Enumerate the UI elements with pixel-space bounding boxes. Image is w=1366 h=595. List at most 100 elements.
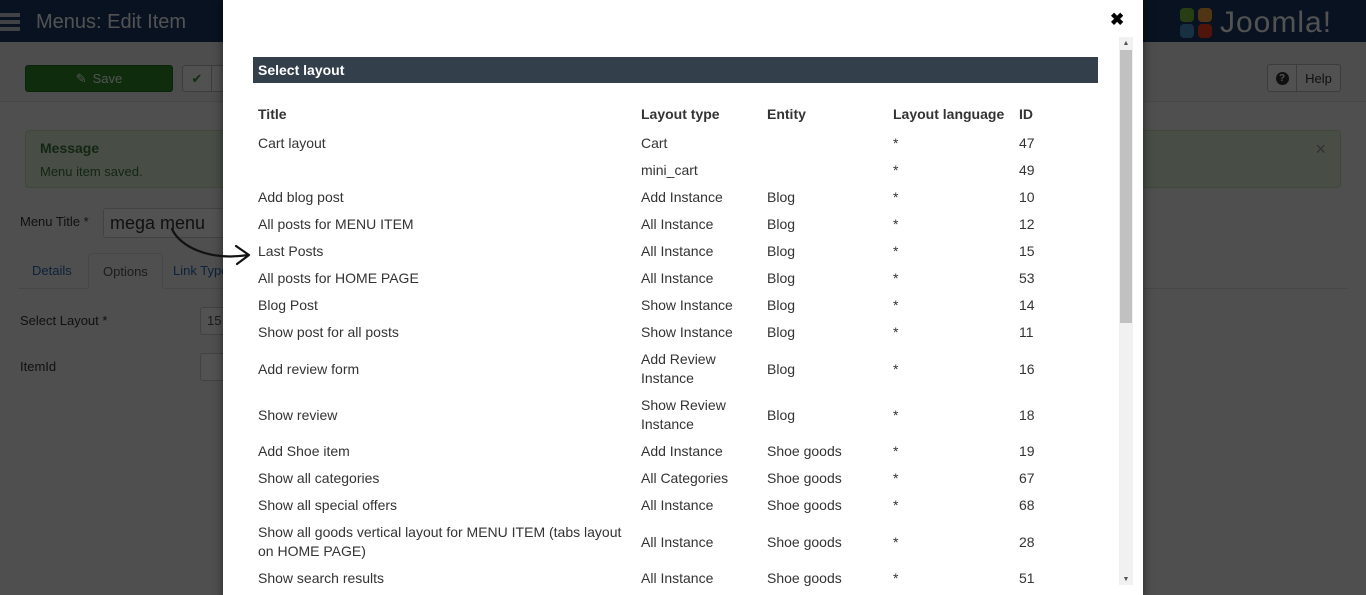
entity-cell: Blog — [767, 297, 796, 313]
layout-id-cell: 18 — [1019, 406, 1035, 423]
layout-language-cell: * — [893, 135, 899, 151]
layout-type-cell: All Instance — [641, 270, 714, 286]
layout-title-link[interactable]: Show post for all posts — [253, 319, 636, 346]
layout-language-cell: * — [893, 470, 899, 486]
layout-row[interactable]: Show post for all posts Show Instance Blog… — [253, 319, 1074, 346]
layout-title-link[interactable]: Add blog post — [253, 184, 636, 211]
entity-cell: Blog — [767, 216, 796, 232]
layout-id-cell: 53 — [1019, 270, 1035, 286]
entity-cell: Shoe goods — [767, 443, 842, 459]
layout-row[interactable]: Show all goods vertical layout for MENU … — [253, 519, 1074, 565]
layout-title-link[interactable]: Show review — [253, 392, 636, 438]
column-header-id: ID — [1019, 106, 1033, 122]
layout-id-cell: 47 — [1019, 135, 1035, 151]
layout-type-cell: Show Instance — [641, 324, 733, 340]
layout-type-cell: Add Review Instance — [641, 351, 716, 386]
layout-title-link[interactable] — [253, 157, 636, 184]
layout-row[interactable]: All posts for HOME PAGE All Instance Blog *… — [253, 265, 1074, 292]
layout-type-cell: mini_cart — [641, 162, 698, 178]
entity-cell: Blog — [767, 360, 796, 377]
layout-language-cell: * — [893, 324, 899, 340]
layout-language-cell: * — [893, 243, 899, 259]
layout-id-cell: 68 — [1019, 497, 1035, 513]
entity-cell — [762, 157, 888, 184]
layout-language-cell: * — [893, 570, 899, 586]
layout-language-cell: * — [893, 533, 899, 550]
modal-close-icon[interactable]: ✖ — [1110, 11, 1124, 28]
entity-cell — [762, 130, 888, 157]
layout-type-cell: All Instance — [641, 243, 714, 259]
layout-row[interactable]: All posts for MENU ITEM All Instance Blog *… — [253, 211, 1074, 238]
entity-cell: Shoe goods — [767, 497, 842, 513]
layout-title-link[interactable]: Cart layout — [253, 130, 636, 157]
layout-id-cell: 51 — [1019, 570, 1035, 586]
layout-title-link[interactable]: Show all goods vertical layout for MENU … — [253, 519, 636, 565]
scrollbar-thumb[interactable] — [1120, 50, 1132, 323]
layout-id-cell: 15 — [1019, 243, 1035, 259]
entity-cell: Blog — [767, 189, 796, 205]
layout-type-cell: Cart — [641, 135, 668, 151]
layout-id-cell: 67 — [1019, 470, 1035, 486]
select-layout-modal: ✖ Select layout Title Layout type Entity… — [223, 0, 1143, 595]
layout-language-cell: * — [893, 497, 899, 513]
layout-language-cell: * — [893, 443, 899, 459]
layout-language-cell: * — [893, 162, 899, 178]
entity-cell: Shoe goods — [767, 533, 842, 550]
layout-title-link[interactable]: All posts for HOME PAGE — [253, 265, 636, 292]
layout-type-cell: All Instance — [641, 570, 714, 586]
layout-title-link[interactable]: Show all special offers — [253, 492, 636, 519]
layout-row[interactable]: Show all categories All Categories Shoe go… — [253, 465, 1074, 492]
scroll-down-icon[interactable]: ▼ — [1119, 573, 1133, 585]
layout-id-cell: 28 — [1019, 533, 1035, 550]
layout-title-link[interactable]: Show all categories — [253, 465, 636, 492]
layout-type-cell: All Categories — [641, 470, 729, 486]
layout-type-cell: Show Instance — [641, 297, 733, 313]
layout-type-cell: Add Instance — [641, 189, 723, 205]
layout-title-link[interactable]: Blog Post — [253, 292, 636, 319]
layout-row[interactable]: Last Posts All Instance Blog * 15 — [253, 238, 1074, 265]
layout-id-cell: 19 — [1019, 443, 1035, 459]
entity-cell: Blog — [767, 243, 796, 259]
layout-row[interactable]: Add review form Add Review Instance Blog * 1… — [253, 346, 1074, 392]
layout-id-cell: 12 — [1019, 216, 1035, 232]
layout-language-cell: * — [893, 189, 899, 205]
section-title: Select layout — [253, 57, 1098, 83]
column-header-entity: Entity — [767, 106, 806, 122]
layout-title-link[interactable]: Add review form — [253, 346, 636, 392]
layout-language-cell: * — [893, 406, 899, 423]
entity-cell: Blog — [767, 324, 796, 340]
layout-row[interactable]: Blog Post Show Instance Blog * 14 — [253, 292, 1074, 319]
layout-id-cell: 14 — [1019, 297, 1035, 313]
layout-id-cell: 11 — [1019, 324, 1034, 340]
layout-type-cell: All Instance — [641, 497, 714, 513]
layout-row[interactable]: mini_cart * 49 — [253, 157, 1074, 184]
layout-language-cell: * — [893, 270, 899, 286]
entity-cell: Shoe goods — [767, 470, 842, 486]
layout-row[interactable]: Cart layout Cart * 47 — [253, 130, 1074, 157]
column-header-layout-language: Layout language — [893, 106, 1005, 122]
layout-row[interactable]: Add blog post Add Instance Blog * 10 — [253, 184, 1074, 211]
layout-title-link[interactable]: Last Posts — [253, 238, 636, 265]
entity-cell: Shoe goods — [767, 570, 842, 586]
entity-cell: Blog — [767, 270, 796, 286]
modal-scrollbar[interactable]: ▲ ▼ — [1119, 37, 1133, 585]
layout-title-link[interactable]: Show search results — [253, 565, 636, 592]
layout-row[interactable]: Show review Show Review Instance Blog * 18 — [253, 392, 1074, 438]
modal-body: Select layout Title Layout type Entity L… — [253, 57, 1098, 595]
layout-type-cell: Add Instance — [641, 443, 723, 459]
entity-cell: Blog — [767, 406, 796, 423]
layout-row[interactable]: Add Shoe item Add Instance Shoe goods * 19 — [253, 438, 1074, 465]
column-header-title: Title — [258, 106, 287, 122]
table-header-row: Title Layout type Entity Layout language… — [253, 103, 1074, 130]
layout-id-cell: 16 — [1019, 360, 1035, 377]
annotation-arrow-icon — [170, 227, 251, 266]
layout-row[interactable]: Show all special offers All Instance Shoe … — [253, 492, 1074, 519]
layout-type-cell: Show Review Instance — [641, 397, 726, 432]
scroll-up-icon[interactable]: ▲ — [1119, 37, 1133, 49]
layout-id-cell: 10 — [1019, 189, 1035, 205]
layout-row[interactable]: Show search results All Instance Shoe good… — [253, 565, 1074, 592]
layout-title-link[interactable]: Add Shoe item — [253, 438, 636, 465]
layout-title-link[interactable]: All posts for MENU ITEM — [253, 211, 636, 238]
layouts-table: Title Layout type Entity Layout language… — [253, 103, 1074, 592]
layout-id-cell: 49 — [1019, 162, 1035, 178]
